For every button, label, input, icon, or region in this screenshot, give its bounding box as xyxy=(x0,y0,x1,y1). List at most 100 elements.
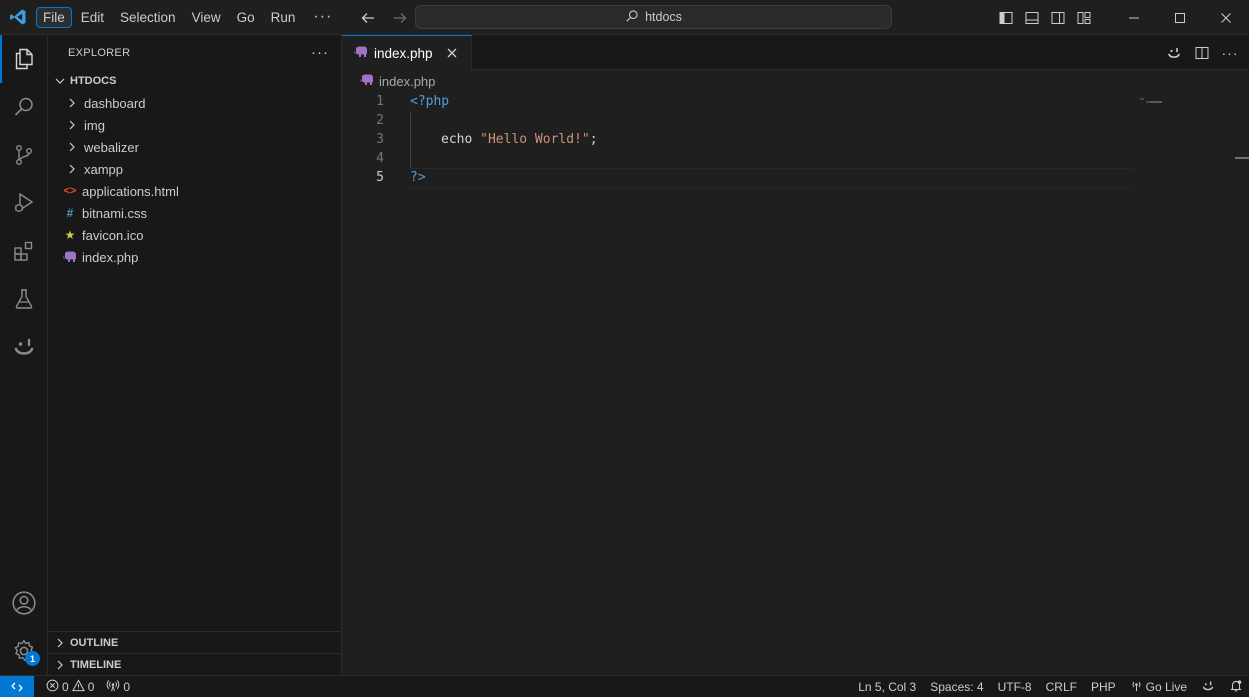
customize-layout-icon[interactable] xyxy=(1071,0,1097,35)
line-number: 1 xyxy=(376,94,384,109)
close-tab-icon[interactable] xyxy=(443,44,461,62)
editor-actions: ··· xyxy=(1163,35,1249,70)
line-number: 3 xyxy=(376,132,384,147)
php-elephant-icon xyxy=(62,249,78,265)
breadcrumb-file[interactable]: index.php xyxy=(379,74,435,89)
more-actions-button[interactable]: ··· xyxy=(1219,42,1241,64)
tree-item-dashboard[interactable]: dashboard xyxy=(48,92,341,114)
code-editor[interactable]: 1 <?php 2 3 echo "Hello World!"; 4 5 ?> xyxy=(342,92,1142,189)
maximize-icon[interactable] xyxy=(1157,0,1203,35)
manage-badge: 1 xyxy=(25,651,40,666)
toggle-primary-sidebar-icon[interactable] xyxy=(993,0,1019,35)
code-line-current: 5 ?> xyxy=(342,168,1142,189)
php-close-tag: ?> xyxy=(410,170,426,185)
toggle-secondary-sidebar-icon[interactable] xyxy=(1045,0,1071,35)
close-window-icon[interactable] xyxy=(1203,0,1249,35)
explorer-icon[interactable] xyxy=(0,35,48,83)
navigation-arrows xyxy=(357,0,411,35)
tree-item-webalizer[interactable]: webalizer xyxy=(48,136,341,158)
explorer-sidebar: EXPLORER ··· HTDOCS dashboard img webali… xyxy=(48,35,342,675)
tree-item-label: applications.html xyxy=(82,183,179,199)
code-line: 2 xyxy=(342,111,1142,130)
warning-count: 0 xyxy=(87,679,95,694)
copilot-status-icon[interactable] xyxy=(1201,679,1215,696)
tree-item-label: img xyxy=(84,117,105,133)
cursor-position[interactable]: Ln 5, Col 3 xyxy=(858,680,916,694)
menu-edit[interactable]: Edit xyxy=(74,7,111,28)
search-icon[interactable] xyxy=(0,83,48,131)
search-icon xyxy=(625,9,639,26)
chevron-right-icon xyxy=(64,139,80,155)
language-mode[interactable]: PHP xyxy=(1091,680,1116,694)
menu-view[interactable]: View xyxy=(185,7,228,28)
command-center-label: htdocs xyxy=(645,10,682,24)
tree-item-index-php[interactable]: index.php xyxy=(48,246,341,268)
timeline-section-header[interactable]: TIMELINE xyxy=(48,653,341,675)
encoding-setting[interactable]: UTF-8 xyxy=(998,680,1032,694)
menu-run[interactable]: Run xyxy=(264,7,303,28)
tree-item-favicon-ico[interactable]: ★ favicon.ico xyxy=(48,224,341,246)
sidebar-header: EXPLORER ··· xyxy=(48,35,341,70)
error-icon xyxy=(46,679,59,695)
html-file-icon: <> xyxy=(63,185,77,197)
eol-setting[interactable]: CRLF xyxy=(1046,680,1077,694)
chevron-right-icon xyxy=(64,95,80,111)
chevron-right-icon xyxy=(64,161,80,177)
manage-gear-icon[interactable]: 1 xyxy=(0,627,48,675)
back-arrow-icon[interactable] xyxy=(357,7,379,29)
tree-item-img[interactable]: img xyxy=(48,114,341,136)
command-center-search[interactable]: htdocs xyxy=(415,5,892,29)
tree-item-label: webalizer xyxy=(84,139,139,155)
copilot-chat-icon[interactable] xyxy=(1163,42,1185,64)
outline-label: OUTLINE xyxy=(70,636,119,649)
title-bar-controls xyxy=(993,0,1249,35)
go-live-button[interactable]: Go Live xyxy=(1130,679,1187,695)
accounts-icon[interactable] xyxy=(0,579,48,627)
menu-more-button[interactable]: ··· xyxy=(303,8,342,26)
vscode-logo-icon xyxy=(0,0,35,35)
folder-name: HTDOCS xyxy=(70,75,117,87)
forward-arrow-icon[interactable] xyxy=(389,7,411,29)
php-open-tag: <?php xyxy=(410,94,450,109)
sidebar-title: EXPLORER xyxy=(68,46,131,59)
minimize-icon[interactable] xyxy=(1111,0,1157,35)
sidebar-more-button[interactable]: ··· xyxy=(311,44,329,61)
tree-item-label: index.php xyxy=(82,249,139,265)
source-control-icon[interactable] xyxy=(0,131,48,179)
ports-indicator[interactable]: 0 xyxy=(102,679,134,695)
tree-item-applications-html[interactable]: <> applications.html xyxy=(48,180,341,202)
chevron-right-icon xyxy=(52,657,68,673)
go-live-label: Go Live xyxy=(1145,680,1187,694)
problems-indicator[interactable]: 0 0 xyxy=(42,678,98,695)
indentation-setting[interactable]: Spaces: 4 xyxy=(930,680,983,694)
notifications-bell-icon[interactable] xyxy=(1229,679,1243,696)
menu-go[interactable]: Go xyxy=(230,7,262,28)
status-left: 0 0 0 xyxy=(34,678,134,695)
minimap[interactable] xyxy=(1140,92,1164,103)
php-elephant-icon xyxy=(360,74,374,89)
testing-icon[interactable] xyxy=(0,275,48,323)
tree-item-xampp[interactable]: xampp xyxy=(48,158,341,180)
menu-bar: File Edit Selection View Go Run ··· xyxy=(35,0,342,35)
extensions-icon[interactable] xyxy=(0,227,48,275)
string-literal: "Hello World!" xyxy=(480,132,590,147)
timeline-label: TIMELINE xyxy=(70,658,122,671)
editor-tabs: index.php ··· xyxy=(342,35,1249,70)
chevron-right-icon xyxy=(64,117,80,133)
menu-file[interactable]: File xyxy=(36,6,72,28)
error-count: 0 xyxy=(62,679,69,694)
toggle-panel-icon[interactable] xyxy=(1019,0,1045,35)
menu-selection[interactable]: Selection xyxy=(113,7,183,28)
ports-count: 0 xyxy=(123,679,131,694)
outline-section-header[interactable]: OUTLINE xyxy=(48,631,341,653)
folder-section-header[interactable]: HTDOCS xyxy=(48,70,341,92)
split-editor-icon[interactable] xyxy=(1191,42,1213,64)
tree-item-bitnami-css[interactable]: # bitnami.css xyxy=(48,202,341,224)
activity-bar: 1 xyxy=(0,35,48,675)
copilot-icon[interactable] xyxy=(0,323,48,371)
scrollbar-cursor-marker[interactable] xyxy=(1235,157,1249,159)
remote-indicator-icon[interactable] xyxy=(0,675,34,697)
tab-index-php[interactable]: index.php xyxy=(342,35,472,70)
tree-item-label: dashboard xyxy=(84,95,146,111)
run-debug-icon[interactable] xyxy=(0,179,48,227)
